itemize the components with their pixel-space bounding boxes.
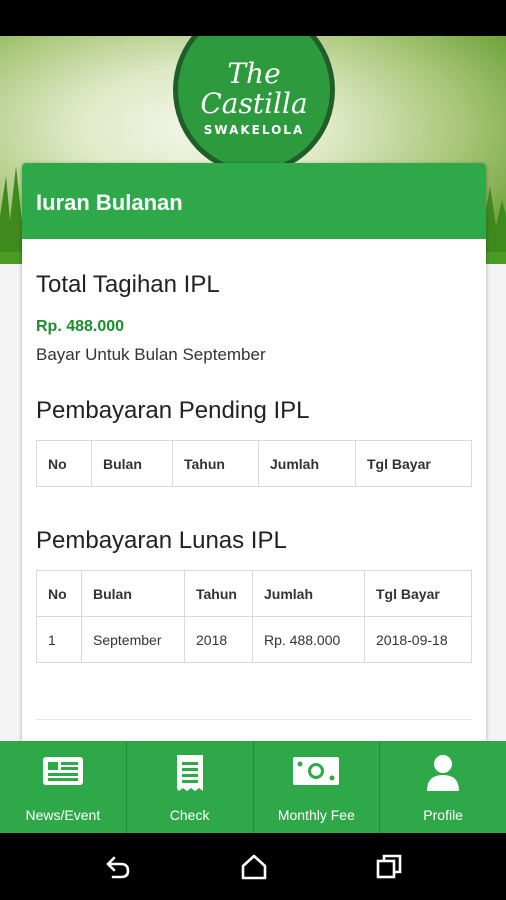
- column-header: No: [36, 570, 82, 617]
- column-header: Tahun: [172, 440, 259, 487]
- table-cell: 2018: [184, 616, 253, 663]
- monthly-fee-card: Iuran Bulanan Total Tagihan IPL Rp. 488.…: [22, 163, 486, 753]
- divider: [36, 719, 472, 720]
- nav-label: News/Event: [25, 807, 101, 823]
- table-cell: Rp. 488.000: [252, 616, 365, 663]
- logo-line-1: The: [227, 57, 281, 90]
- total-bill-title: Total Tagihan IPL: [36, 271, 220, 298]
- logo-line-2: Castilla: [200, 87, 308, 120]
- table-cell: 2018-09-18: [364, 616, 472, 663]
- column-header: Tahun: [184, 570, 253, 617]
- column-header: Jumlah: [252, 570, 365, 617]
- column-header: Tgl Bayar: [364, 570, 472, 617]
- nav-profile[interactable]: Profile: [380, 741, 506, 833]
- nav-label: Profile: [423, 807, 463, 823]
- paid-payment-table: No Bulan Tahun Jumlah Tgl Bayar 1 Septem…: [36, 570, 472, 663]
- column-header: Bulan: [91, 440, 173, 487]
- logo-line-3: SWAKELOLA: [203, 123, 305, 137]
- nav-check[interactable]: Check: [127, 741, 254, 833]
- nav-monthly-fee[interactable]: Monthly Fee: [254, 741, 381, 833]
- home-icon[interactable]: [240, 853, 268, 881]
- table-cell: 1: [36, 616, 82, 663]
- pending-payment-title: Pembayaran Pending IPL: [36, 397, 310, 424]
- paid-payment-title: Pembayaran Lunas IPL: [36, 527, 287, 554]
- total-amount: Rp. 488.000: [36, 318, 125, 335]
- column-header: No: [36, 440, 92, 487]
- pending-payment-table: No Bulan Tahun Jumlah Tgl Bayar: [36, 440, 472, 487]
- newspaper-icon: [42, 757, 83, 785]
- payment-month-note: Bayar Untuk Bulan September: [36, 345, 266, 364]
- back-icon[interactable]: [104, 853, 132, 881]
- bottom-navigation: News/Event Check Monthly Fee Profile: [0, 741, 506, 833]
- money-icon: [293, 757, 340, 785]
- nav-label: Monthly Fee: [277, 807, 355, 823]
- receipt-icon: [176, 755, 203, 791]
- system-navigation-bar: [0, 833, 506, 900]
- table-row: 1 September 2018 Rp. 488.000 2018-09-18: [36, 616, 472, 663]
- column-header: Tgl Bayar: [355, 440, 472, 487]
- column-header: Jumlah: [258, 440, 356, 487]
- column-header: Bulan: [81, 570, 185, 617]
- person-icon: [427, 755, 460, 791]
- table-header-row: No Bulan Tahun Jumlah Tgl Bayar: [36, 570, 472, 617]
- recents-icon[interactable]: [375, 853, 403, 881]
- table-cell: September: [81, 616, 185, 663]
- nav-news-event[interactable]: News/Event: [0, 741, 127, 833]
- castilla-logo: The Castilla SWAKELOLA: [173, 36, 335, 174]
- card-title: Iuran Bulanan: [22, 163, 486, 239]
- status-bar: [0, 0, 506, 36]
- nav-label: Check: [169, 807, 210, 823]
- table-header-row: No Bulan Tahun Jumlah Tgl Bayar: [36, 440, 472, 487]
